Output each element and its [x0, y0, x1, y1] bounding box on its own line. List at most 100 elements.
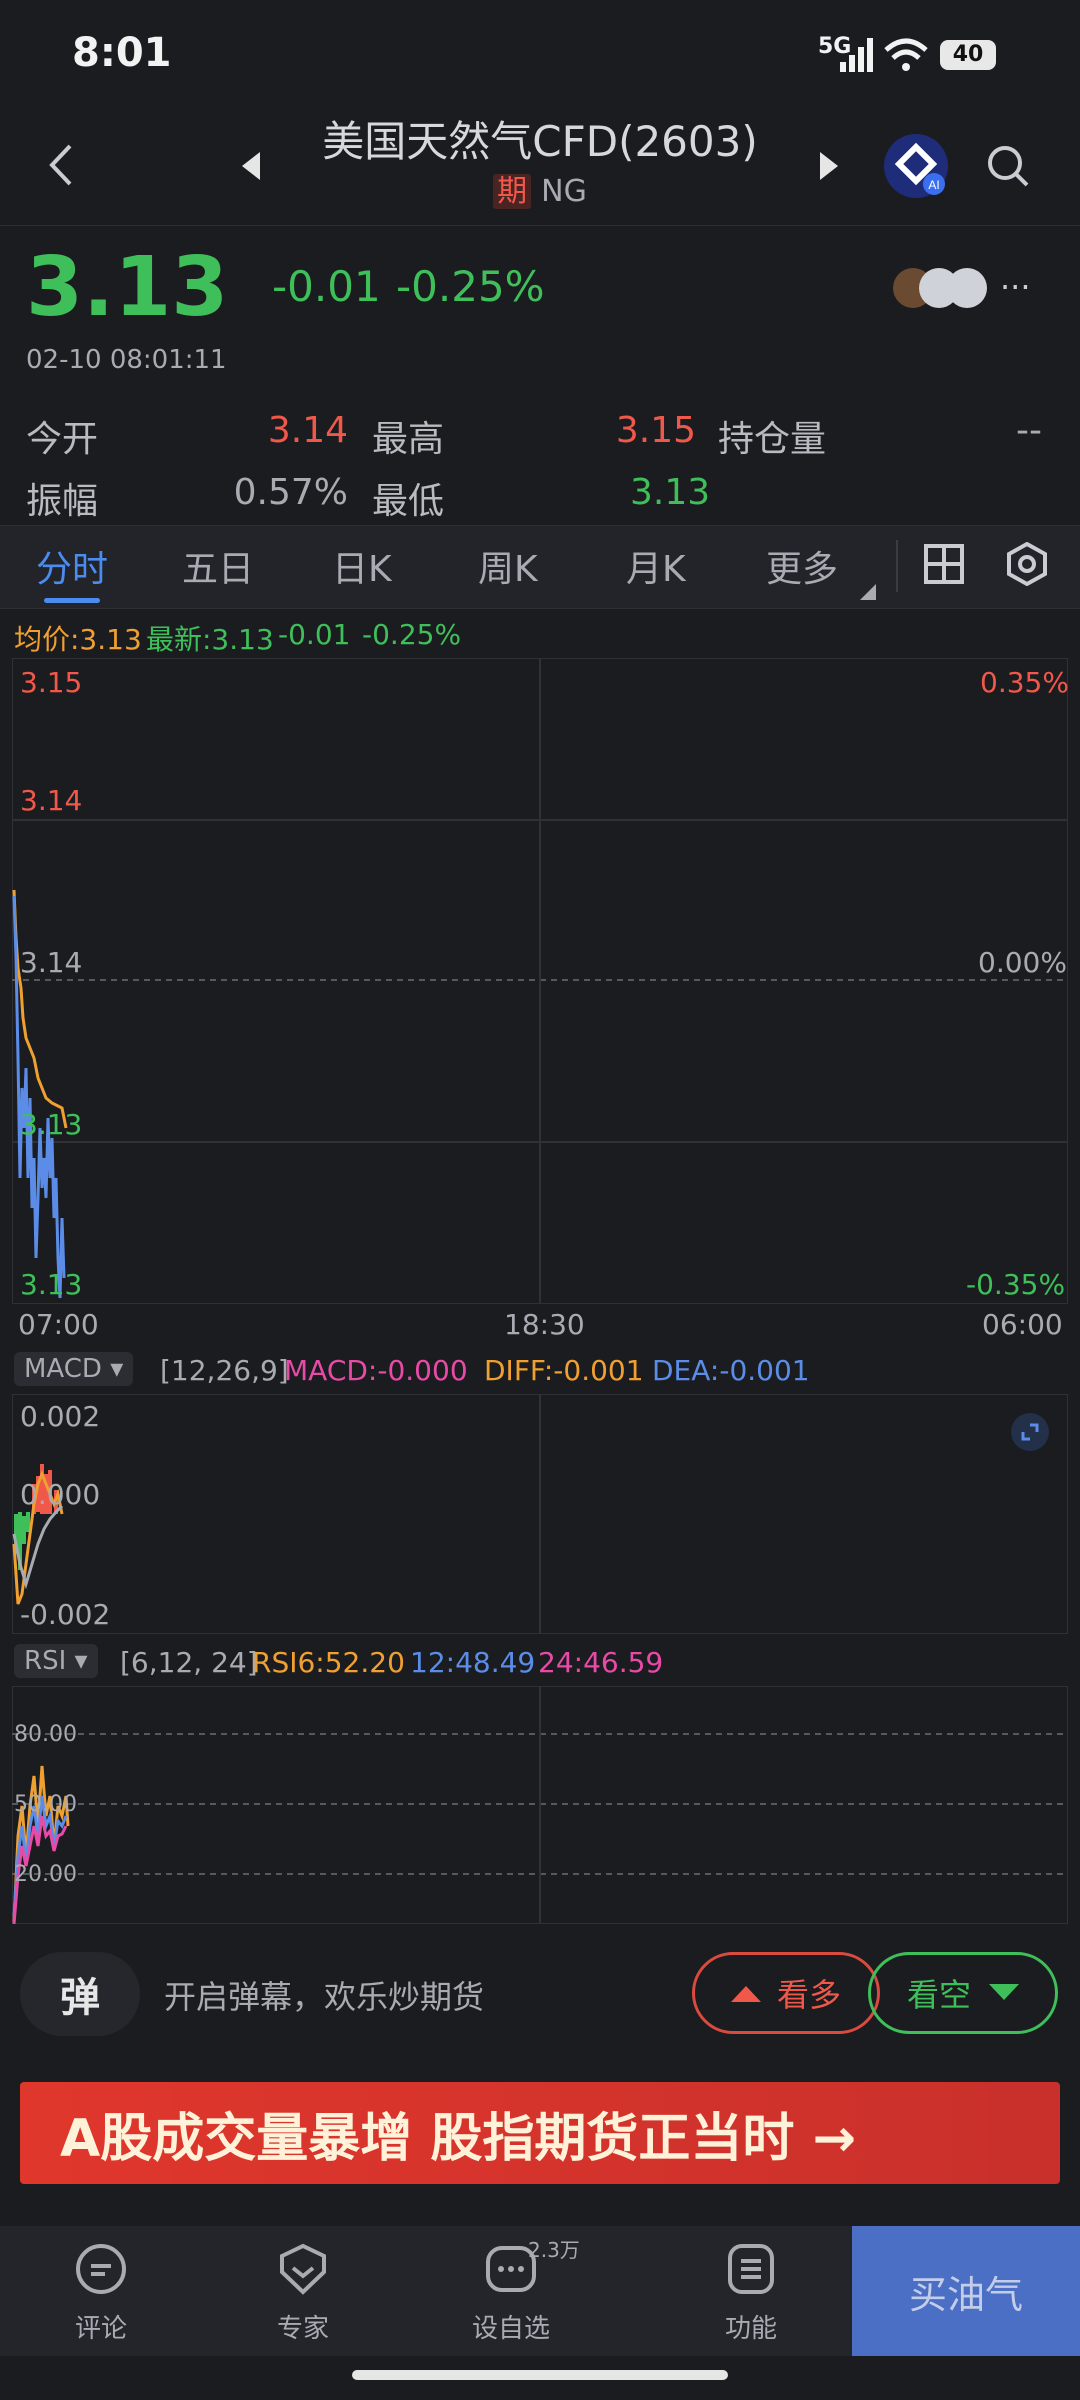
rsi-dropdown[interactable]: RSI ▾: [14, 1644, 98, 1678]
bull-label: 看多: [776, 1976, 841, 2014]
quote-timestamp: 02-10 08:01:11: [26, 345, 227, 375]
period-tabs: [0, 525, 1080, 609]
status-time: 8:01: [72, 30, 172, 76]
caret-down-icon: [989, 1984, 1019, 2000]
buy-label: 买油气: [908, 2272, 1023, 2317]
intraday-chart-svg: [12, 658, 1068, 1304]
nav-functions-label[interactable]: 功能: [671, 2308, 831, 2345]
status-bar: 8:01 5G 40: [0, 0, 1080, 110]
battery-icon: 40: [940, 40, 996, 70]
nav-watch-label[interactable]: 设自选: [431, 2308, 591, 2345]
bear-label: 看空: [906, 1976, 971, 2014]
instrument-code: NG: [541, 174, 587, 209]
rsi12-value: 12:48.49: [410, 1646, 536, 1679]
rsi-y-label: 20.00: [14, 1862, 77, 1887]
rsi24-value: 24:46.59: [538, 1646, 664, 1679]
divider: [896, 540, 898, 592]
avg-price-label: 均价:3.13: [14, 623, 142, 656]
macd-y-label: 0.000: [20, 1478, 101, 1511]
settings-icon[interactable]: [1006, 542, 1048, 586]
intraday-change-pct: -0.25%: [362, 618, 462, 651]
intraday-change: -0.01: [278, 618, 351, 651]
y-axis-label: 3.14: [20, 946, 83, 979]
tab-active-indicator: [44, 598, 100, 603]
tab-more[interactable]: 更多: [766, 540, 838, 592]
x-axis-label: 07:00: [18, 1308, 99, 1341]
weibo-icon: [947, 268, 987, 308]
open-label: 今开: [26, 419, 99, 460]
more-dropdown-icon: [860, 584, 876, 600]
price-change: -0.01: [272, 262, 381, 311]
next-arrow-icon[interactable]: [816, 150, 842, 182]
comment-icon[interactable]: [74, 2242, 128, 2296]
rsi6-line: [12, 1765, 70, 1923]
tab-day-k[interactable]: 日K: [332, 540, 392, 592]
social-avatars[interactable]: [893, 268, 993, 308]
bear-button[interactable]: 看空: [868, 1952, 1058, 2034]
latest-price-label: 最新:3.13: [146, 623, 274, 656]
bull-button[interactable]: 看多: [692, 1952, 880, 2034]
caret-up-icon: [730, 1986, 761, 2002]
y-axis-pct-label: 0.00%: [978, 946, 1067, 979]
rsi-y-label: 50.00: [14, 1792, 77, 1817]
rsi6-value: RSI6:52.20: [252, 1646, 405, 1679]
tab-five-day[interactable]: 五日: [182, 540, 254, 592]
diff-value: DIFF:-0.001: [484, 1354, 644, 1387]
svg-text:AI: AI: [928, 178, 939, 192]
tab-week-k[interactable]: 周K: [478, 540, 538, 592]
expand-icon[interactable]: [1010, 1412, 1050, 1452]
futures-tag: 期: [493, 174, 532, 209]
y-axis-label: 3.15: [20, 666, 83, 699]
high-label: 最高: [372, 419, 445, 460]
nav-comment-label[interactable]: 评论: [21, 2308, 181, 2345]
rsi-params: [6,12, 24]: [120, 1646, 258, 1679]
open-interest-value: --: [1016, 410, 1042, 451]
wifi-icon: [884, 38, 928, 71]
low-label: 最低: [372, 481, 445, 522]
buy-button[interactable]: 买油气: [852, 2226, 1080, 2356]
macd-value: MACD:-0.000: [284, 1354, 468, 1387]
y-axis-pct-label: 0.35%: [980, 666, 1069, 699]
macd-dropdown[interactable]: MACD ▾: [14, 1352, 134, 1386]
home-indicator[interactable]: [352, 2370, 728, 2380]
danmu-icon: 弹: [60, 1975, 100, 2021]
macd-dropdown-label: MACD: [24, 1354, 102, 1384]
danmu-text[interactable]: 开启弹幕，欢乐炒期货: [164, 1972, 484, 2018]
ai-assistant-icon[interactable]: AI: [884, 134, 948, 198]
nav-expert-label[interactable]: 专家: [223, 2308, 383, 2345]
grid-layout-icon[interactable]: [924, 544, 964, 584]
chevron-down-icon: ▾: [110, 1354, 124, 1384]
watchlist-count: 2.3万: [528, 2238, 580, 2262]
expert-icon[interactable]: [276, 2242, 330, 2296]
macd-params: [12,26,9]: [160, 1354, 289, 1387]
tab-intraday[interactable]: 分时: [36, 540, 108, 592]
x-axis-label: 06:00: [982, 1308, 1063, 1341]
more-icon[interactable]: ···: [1000, 268, 1031, 306]
y-axis-label: 3.13: [20, 1108, 83, 1141]
low-value: 3.13: [630, 472, 711, 513]
functions-icon[interactable]: [724, 2242, 778, 2296]
macd-chart-svg: [12, 1394, 541, 1634]
last-price: 3.13: [26, 240, 229, 335]
rsi-y-label: 80.00: [14, 1722, 77, 1747]
y-axis-pct-label: -0.35%: [966, 1268, 1066, 1301]
open-value: 3.14: [267, 410, 348, 451]
amplitude-label: 振幅: [26, 481, 99, 522]
macd-y-label: -0.002: [20, 1598, 111, 1631]
danmu-toggle[interactable]: 弹: [20, 1952, 140, 2036]
rsi-chart-svg: [12, 1686, 1068, 1924]
promo-banner[interactable]: A股成交量暴增 股指期货正当时 →: [20, 2082, 1060, 2184]
y-axis-label: 3.13: [20, 1268, 83, 1301]
x-axis-label: 18:30: [504, 1308, 585, 1341]
chevron-down-icon: ▾: [74, 1646, 88, 1676]
signal-icon: [840, 38, 873, 72]
price-change-pct: -0.25%: [396, 262, 545, 311]
macd-y-label: 0.002: [20, 1400, 101, 1433]
open-interest-label: 持仓量: [718, 419, 827, 460]
rsi-dropdown-label: RSI: [24, 1646, 67, 1676]
high-value: 3.15: [615, 410, 696, 451]
tab-month-k[interactable]: 月K: [626, 540, 686, 592]
promo-text: A股成交量暴增 股指期货正当时 →: [60, 2108, 857, 2169]
search-icon[interactable]: [986, 144, 1030, 188]
dea-value: DEA:-0.001: [652, 1354, 810, 1387]
